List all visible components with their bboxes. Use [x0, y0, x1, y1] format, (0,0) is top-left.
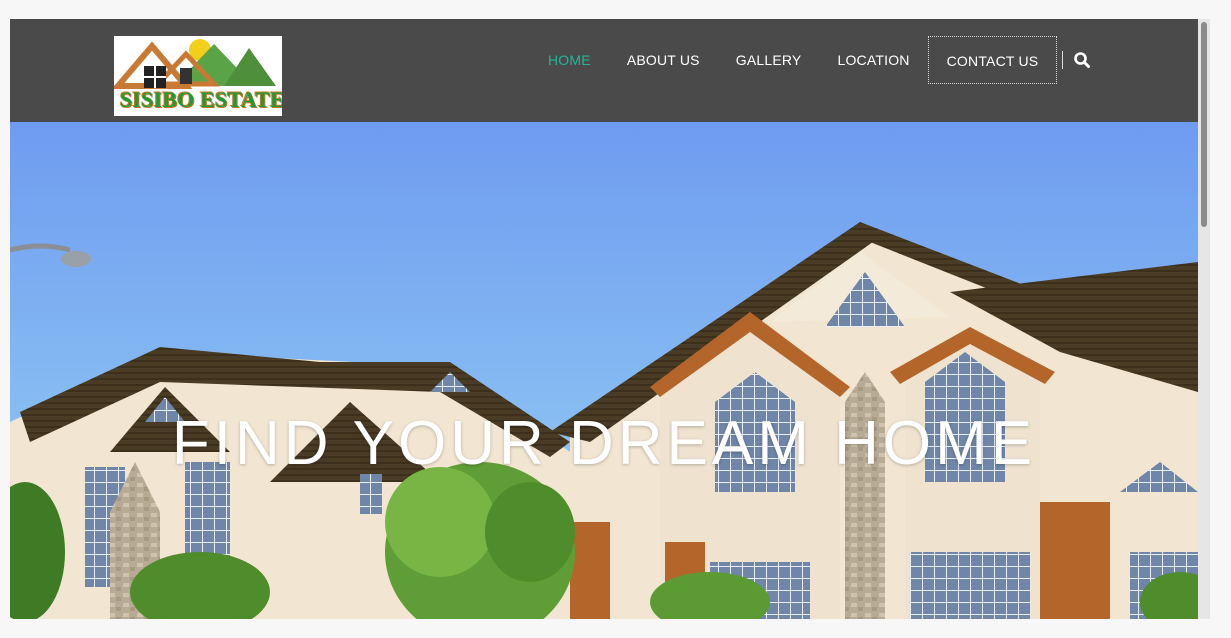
nav-home[interactable]: HOME — [530, 36, 609, 84]
browser-viewport: SISIBO ESTATE HOME ABOUT US GALLERY LOCA… — [10, 19, 1210, 619]
hero-title: FIND YOUR DREAM HOME — [171, 409, 1037, 478]
nav-about-us[interactable]: ABOUT US — [609, 36, 718, 84]
vertical-scrollbar[interactable] — [1198, 19, 1210, 619]
site-logo[interactable]: SISIBO ESTATE — [114, 36, 282, 116]
hero-banner: FIND YOUR DREAM HOME — [10, 122, 1198, 619]
logo-text: SISIBO ESTATE — [120, 87, 282, 112]
nav-gallery[interactable]: GALLERY — [718, 36, 820, 84]
search-icon[interactable] — [1073, 51, 1091, 69]
scrollbar-thumb[interactable] — [1201, 22, 1207, 227]
nav-location[interactable]: LOCATION — [819, 36, 927, 84]
main-nav: HOME ABOUT US GALLERY LOCATION CONTACT U… — [530, 35, 1091, 85]
hero-houses-image — [10, 122, 1198, 619]
nav-divider — [1062, 51, 1064, 69]
site-header: SISIBO ESTATE HOME ABOUT US GALLERY LOCA… — [10, 19, 1198, 122]
nav-contact-us[interactable]: CONTACT US — [927, 36, 1058, 84]
